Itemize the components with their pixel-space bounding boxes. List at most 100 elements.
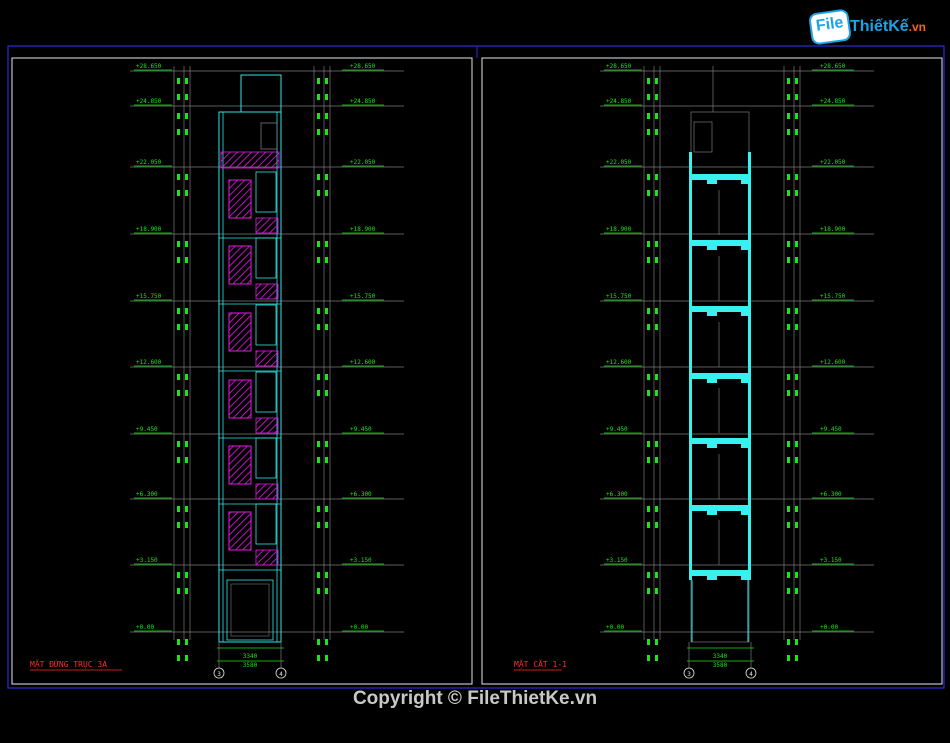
section-dim-mark	[795, 457, 798, 463]
section-dim-mark	[655, 457, 658, 463]
section-beam	[741, 576, 749, 580]
elevation-dim-mark	[185, 113, 188, 119]
section-dim-mark	[787, 94, 790, 100]
section-dim-mark	[795, 324, 798, 330]
elevation-dim-mark	[317, 78, 320, 84]
section-dim-mark	[647, 655, 650, 661]
section-dim-mark	[795, 78, 798, 84]
section-level-label-right: +3.150	[820, 557, 842, 564]
section-level-label-right: +15.750	[820, 293, 846, 300]
elevation-window-hatch	[228, 379, 252, 419]
section-roof-door	[693, 121, 713, 153]
section-column-right	[748, 152, 751, 580]
elevation-dim-mark	[177, 588, 180, 594]
section-floor-slab	[689, 240, 751, 246]
section-dim-text: 3340	[713, 653, 728, 660]
section-dim-mark	[647, 588, 650, 594]
section-dim-mark	[655, 390, 658, 396]
section-level-label-right: +24.850	[820, 98, 846, 105]
section-beam	[707, 576, 717, 580]
section-dim-mark	[795, 308, 798, 314]
section-dim-mark	[787, 78, 790, 84]
section-dim-mark	[787, 588, 790, 594]
section-dim-text: 3580	[713, 662, 728, 669]
elevation-balcony-hatch	[255, 283, 279, 300]
elevation-dim-mark	[185, 174, 188, 180]
elevation-level-label-right: +28.650	[350, 63, 376, 70]
section-level-label-right: +6.300	[820, 491, 842, 498]
section-beam	[741, 444, 749, 448]
section-dim-mark	[795, 190, 798, 196]
section-dim-mark	[795, 588, 798, 594]
section-level-label-left: +18.900	[606, 226, 632, 233]
section-level-label-right: +0.00	[820, 624, 838, 631]
section-dim-mark	[795, 655, 798, 661]
section-dim-mark	[787, 390, 790, 396]
elevation-window-frame	[255, 237, 277, 279]
elevation-balcony-hatch	[255, 549, 279, 566]
elevation-dim-mark	[325, 113, 328, 119]
section-dim-mark	[655, 639, 658, 645]
elevation-level-label-right: +9.450	[350, 426, 372, 433]
section-dim-mark	[647, 572, 650, 578]
section-dim-mark	[647, 639, 650, 645]
elevation-dim-mark	[317, 324, 320, 330]
elevation-ground-door	[226, 579, 274, 641]
elevation-level-label-right: +0.00	[350, 624, 368, 631]
elevation-dim-mark	[185, 308, 188, 314]
elevation-dim-mark	[325, 257, 328, 263]
section-dim-mark	[655, 190, 658, 196]
elevation-level-label-left: +9.450	[136, 426, 158, 433]
section-dim-mark	[655, 441, 658, 447]
section-level-label-left: +12.600	[606, 359, 632, 366]
elevation-level-label-left: +22.050	[136, 159, 162, 166]
elevation-roof-stair	[240, 74, 282, 113]
section-dim-mark	[655, 308, 658, 314]
section-floor-slab	[689, 373, 751, 379]
section-dim-mark	[655, 113, 658, 119]
section-dim-mark	[787, 190, 790, 196]
section-dim-mark	[655, 506, 658, 512]
elevation-dim-mark	[185, 457, 188, 463]
elevation-dim-mark	[185, 374, 188, 380]
section-beam	[741, 379, 749, 383]
elevation-dim-mark	[325, 572, 328, 578]
elevation-window-hatch	[228, 511, 252, 551]
elevation-dim-mark	[177, 257, 180, 263]
elevation-dim-mark	[177, 94, 180, 100]
section-level-label-left: +3.150	[606, 557, 628, 564]
elevation-level-label-left: +28.650	[136, 63, 162, 70]
elevation-dim-mark	[177, 506, 180, 512]
section-beam	[741, 312, 749, 316]
section-dim-mark	[795, 441, 798, 447]
section-dim-mark	[795, 241, 798, 247]
elevation-dim-mark	[177, 324, 180, 330]
elevation-dim-mark	[185, 324, 188, 330]
elevation-level-label-right: +3.150	[350, 557, 372, 564]
section-level-label-left: +24.850	[606, 98, 632, 105]
section-floor-slab	[689, 505, 751, 511]
elevation-dim-mark	[317, 506, 320, 512]
section-dim-mark	[795, 374, 798, 380]
elevation-dim-mark	[325, 506, 328, 512]
elevation-title: MẶT ĐỨNG TRỤC 3A	[30, 658, 107, 669]
section-dim-mark	[647, 308, 650, 314]
elevation-dim-mark	[325, 588, 328, 594]
elevation-dim-mark	[317, 441, 320, 447]
elevation-dim-mark	[317, 190, 320, 196]
section-dim-mark	[787, 457, 790, 463]
section-dim-mark	[787, 639, 790, 645]
section-dim-mark	[647, 522, 650, 528]
elevation-dim-mark	[177, 308, 180, 314]
section-dim-mark	[655, 522, 658, 528]
section-beam	[707, 444, 717, 448]
elevation-dim-mark	[317, 639, 320, 645]
elevation-dim-mark	[185, 129, 188, 135]
section-level-label-left: +28.650	[606, 63, 632, 70]
section-dim-mark	[787, 308, 790, 314]
elevation-dim-mark	[317, 374, 320, 380]
elevation-dim-mark	[185, 390, 188, 396]
section-dim-mark	[795, 257, 798, 263]
elevation-dim-mark	[325, 174, 328, 180]
section-dim-mark	[647, 190, 650, 196]
